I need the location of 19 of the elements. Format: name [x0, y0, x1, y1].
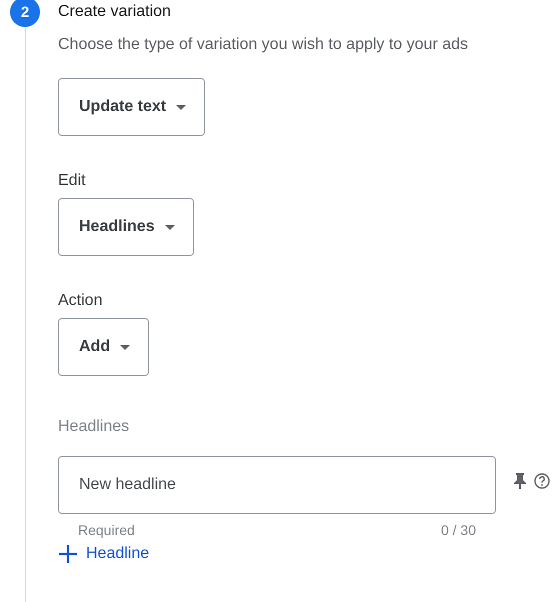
- headline-field[interactable]: New headline: [58, 456, 496, 514]
- help-icon[interactable]: [534, 473, 550, 489]
- caret-icon: [176, 104, 186, 110]
- plus-icon: [58, 544, 78, 564]
- field-label: Action: [58, 292, 104, 310]
- dropdown[interactable]: Add: [58, 318, 150, 376]
- caret-icon: [120, 344, 130, 350]
- instruction-text: Choose the type of variation you wish to apply to your ads: [58, 36, 470, 54]
- dropdown[interactable]: Update text: [58, 78, 206, 136]
- helper-text: Required: [78, 522, 135, 538]
- caret-icon: [164, 224, 175, 230]
- pin-icon[interactable]: [514, 473, 526, 489]
- step-title: Create variation: [58, 3, 171, 21]
- add-headline-button[interactable]: Headline: [58, 544, 150, 564]
- field-label: Edit: [58, 172, 87, 190]
- section-label: Headlines: [58, 418, 130, 436]
- character-counter: 0 / 30: [440, 522, 476, 538]
- step-number: 2: [10, 0, 40, 27]
- dropdown[interactable]: Headlines: [58, 198, 194, 256]
